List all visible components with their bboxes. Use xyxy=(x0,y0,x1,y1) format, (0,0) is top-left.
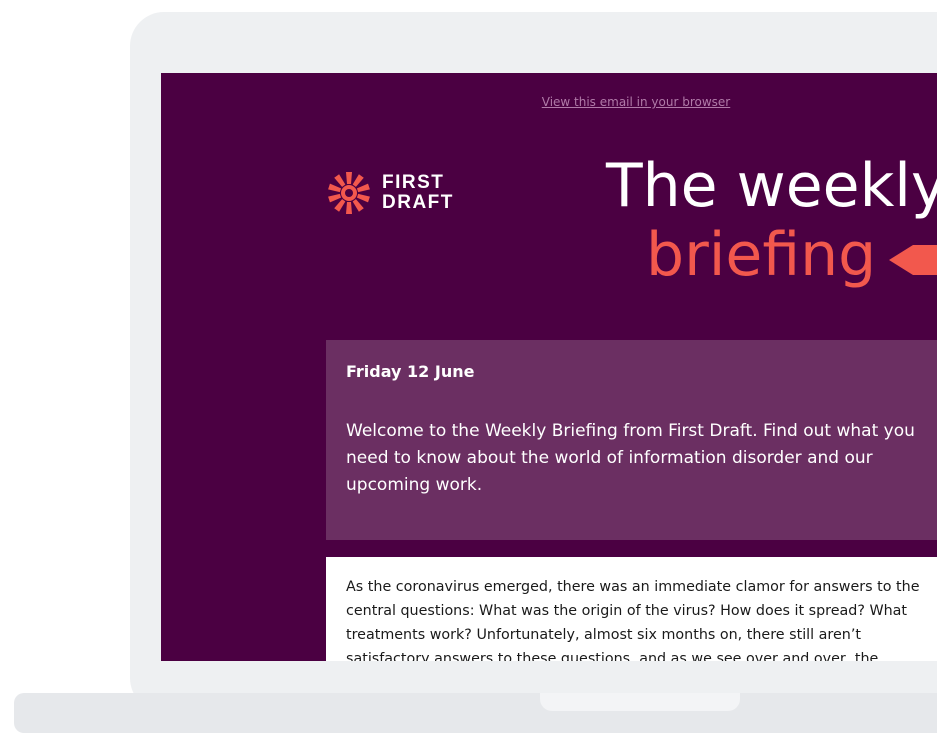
briefing-date: Friday 12 June xyxy=(346,362,475,381)
header-title-line2: briefing xyxy=(646,220,877,290)
header-title-line1: The weekly xyxy=(606,151,937,221)
article-section: As the coronavirus emerged, there was an… xyxy=(326,557,937,661)
starburst-logo-icon xyxy=(328,172,370,214)
intro-box: Friday 12 June Welcome to the Weekly Bri… xyxy=(326,340,937,540)
view-in-browser-link[interactable]: View this email in your browser xyxy=(161,95,937,109)
email-screen: View this email in your browser FIRST DR… xyxy=(161,73,937,661)
laptop-notch xyxy=(540,693,740,711)
welcome-text: Welcome to the Weekly Briefing from Firs… xyxy=(346,421,915,495)
logo-line-first: FIRST xyxy=(382,172,445,193)
first-draft-logo: FIRST DRAFT xyxy=(327,171,454,215)
logo-line-draft: DRAFT xyxy=(382,192,454,213)
laptop-base xyxy=(14,693,937,733)
article-body: As the coronavirus emerged, there was an… xyxy=(346,579,920,661)
arrow-left-icon xyxy=(889,245,937,275)
logo-wordmark: FIRST DRAFT xyxy=(382,173,454,213)
